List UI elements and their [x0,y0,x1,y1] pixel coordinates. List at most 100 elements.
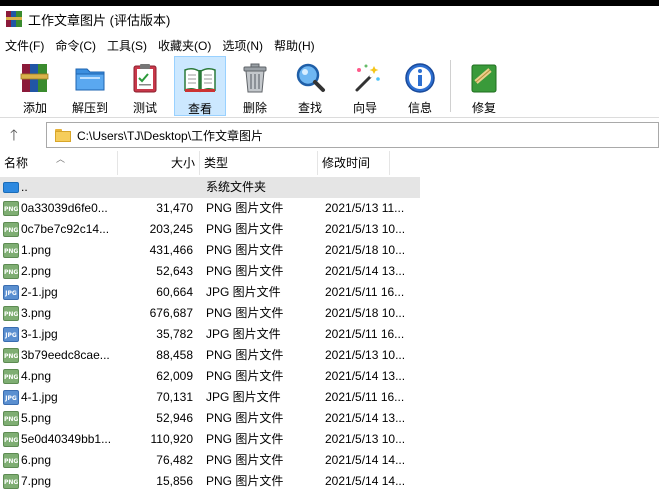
folder-icon [3,182,19,193]
file-size: 431,466 [149,243,193,257]
delete-button[interactable]: 删除 [229,56,281,116]
file-row[interactable]: PNG 4.png 62,009 PNG 图片文件 2021/5/14 13... [0,366,420,387]
file-row[interactable]: PNG 5.png 52,946 PNG 图片文件 2021/5/14 13... [0,408,420,429]
column-header-type[interactable]: 类型 [200,151,318,175]
file-size: 35,782 [156,327,193,341]
file-type: PNG 图片文件 [206,201,284,215]
path-field[interactable]: C:\Users\TJ\Desktop\工作文章图片 [46,122,659,148]
view-button[interactable]: 查看 [174,56,226,116]
file-name: 0c7be7c92c14... [21,222,110,236]
file-row[interactable]: PNG 1.png 431,466 PNG 图片文件 2021/5/18 10... [0,240,420,261]
file-type: PNG 图片文件 [206,411,284,425]
file-type: PNG 图片文件 [206,222,284,236]
file-type: PNG 图片文件 [206,243,284,257]
png-file-icon: PNG [3,264,19,279]
file-type: PNG 图片文件 [206,369,284,383]
menu-options[interactable]: 选项(N) [217,37,269,54]
trash-can-icon [237,60,273,96]
menu-tools[interactable]: 工具(S) [102,37,153,54]
menu-file[interactable]: 文件(F) [0,37,50,54]
file-size: 52,643 [156,264,193,278]
clipboard-check-icon [127,60,163,96]
sort-ascending-icon: ︿ [56,154,66,164]
wizard-button[interactable]: 向导 [339,56,391,116]
file-type: 系统文件夹 [206,180,267,194]
file-modified: 2021/5/11 16... [325,285,405,299]
file-row[interactable]: JPG 4-1.jpg 70,131 JPG 图片文件 2021/5/11 16... [0,387,420,408]
file-name: .. [21,180,28,194]
magnifier-icon [292,60,328,96]
file-modified: 2021/5/11 16... [325,390,405,404]
menu-help[interactable]: 帮助(H) [269,37,321,54]
file-name: 7.png [21,474,52,488]
toolbar: 添加 解压到 测试 查看 删除 查找 向导 信息 修复 [0,56,659,118]
file-modified: 2021/5/13 11... [325,201,405,215]
column-header-modified[interactable]: 修改时间 [318,151,390,175]
file-row[interactable]: JPG 2-1.jpg 60,664 JPG 图片文件 2021/5/11 16... [0,282,420,303]
menu-commands[interactable]: 命令(C) [50,37,102,54]
toolbar-separator [450,60,451,112]
file-name: 5e0d40349bb1... [21,432,112,446]
file-name: 3-1.jpg [21,327,58,341]
file-row[interactable]: .. 系统文件夹 [0,177,420,198]
file-modified: 2021/5/13 10... [325,348,406,362]
png-file-icon: PNG [3,411,19,426]
file-size: 203,245 [149,222,193,236]
file-row[interactable]: JPG 3-1.jpg 35,782 JPG 图片文件 2021/5/11 16... [0,324,420,345]
file-size [118,177,193,198]
file-name: 2-1.jpg [21,285,58,299]
info-button[interactable]: 信息 [394,56,446,116]
jpg-file-icon: JPG [3,390,19,405]
file-row[interactable]: PNG 7.png 15,856 PNG 图片文件 2021/5/14 14... [0,471,420,492]
file-row[interactable]: PNG 0a33039d6fe0... 31,470 PNG 图片文件 2021/5/1… [0,198,420,219]
file-modified: 2021/5/18 10... [325,243,406,257]
jpg-file-icon: JPG [3,285,19,300]
file-size: 60,664 [156,285,193,299]
folder-extract-icon [72,60,108,96]
column-header-size[interactable]: 大小 [118,151,200,175]
file-size: 70,131 [156,390,193,404]
find-button[interactable]: 查找 [284,56,336,116]
file-type: PNG 图片文件 [206,432,284,446]
file-row[interactable]: PNG 0c7be7c92c14... 203,245 PNG 图片文件 2021/5/… [0,219,420,240]
file-modified: 2021/5/14 13... [325,264,406,278]
png-file-icon: PNG [3,201,19,216]
file-modified: 2021/5/14 14... [325,453,406,467]
file-name: 3b79eedc8cae... [21,348,110,362]
png-file-icon: PNG [3,306,19,321]
magic-wand-icon [347,60,383,96]
file-list: 名称 ︿ 大小 类型 修改时间 .. 系统文件夹 PNG 0a33039d6fe0..… [0,151,659,494]
file-name: 4-1.jpg [21,390,58,404]
file-modified: 2021/5/13 10... [325,222,406,236]
file-size: 52,946 [156,411,193,425]
png-file-icon: PNG [3,348,19,363]
file-type: PNG 图片文件 [206,474,284,488]
file-name: 3.png [21,306,52,320]
file-row[interactable]: PNG 3.png 676,687 PNG 图片文件 2021/5/18 10... [0,303,420,324]
file-type: PNG 图片文件 [206,264,284,278]
file-modified: 2021/5/14 14... [325,474,406,488]
column-header-name[interactable]: 名称 ︿ [0,151,118,175]
png-file-icon: PNG [3,243,19,258]
info-icon [402,60,438,96]
file-row[interactable]: PNG 5e0d40349bb1... 110,920 PNG 图片文件 2021/5/… [0,429,420,450]
menu-favorites[interactable]: 收藏夹(O) [153,37,217,54]
file-row[interactable]: PNG 2.png 52,643 PNG 图片文件 2021/5/14 13... [0,261,420,282]
file-type: JPG 图片文件 [206,285,281,299]
png-file-icon: PNG [3,474,19,489]
jpg-file-icon: JPG [3,327,19,342]
column-header-row: 名称 ︿ 大小 类型 修改时间 [0,151,659,175]
first-aid-kit-icon [466,60,502,96]
test-button[interactable]: 测试 [119,56,171,116]
repair-button[interactable]: 修复 [458,56,510,116]
extract-to-button[interactable]: 解压到 [64,56,116,116]
file-name: 5.png [21,411,52,425]
winrar-app-icon [6,11,22,27]
file-row[interactable]: PNG 3b79eedc8cae... 88,458 PNG 图片文件 2021/5/1… [0,345,420,366]
file-row[interactable]: PNG 6.png 76,482 PNG 图片文件 2021/5/14 14... [0,450,420,471]
add-button[interactable]: 添加 [9,56,61,116]
up-level-icon[interactable]: 🡑 [10,125,18,150]
address-bar: 🡑 C:\Users\TJ\Desktop\工作文章图片 [0,121,659,149]
file-name: 2.png [21,264,52,278]
file-size: 88,458 [156,348,193,362]
